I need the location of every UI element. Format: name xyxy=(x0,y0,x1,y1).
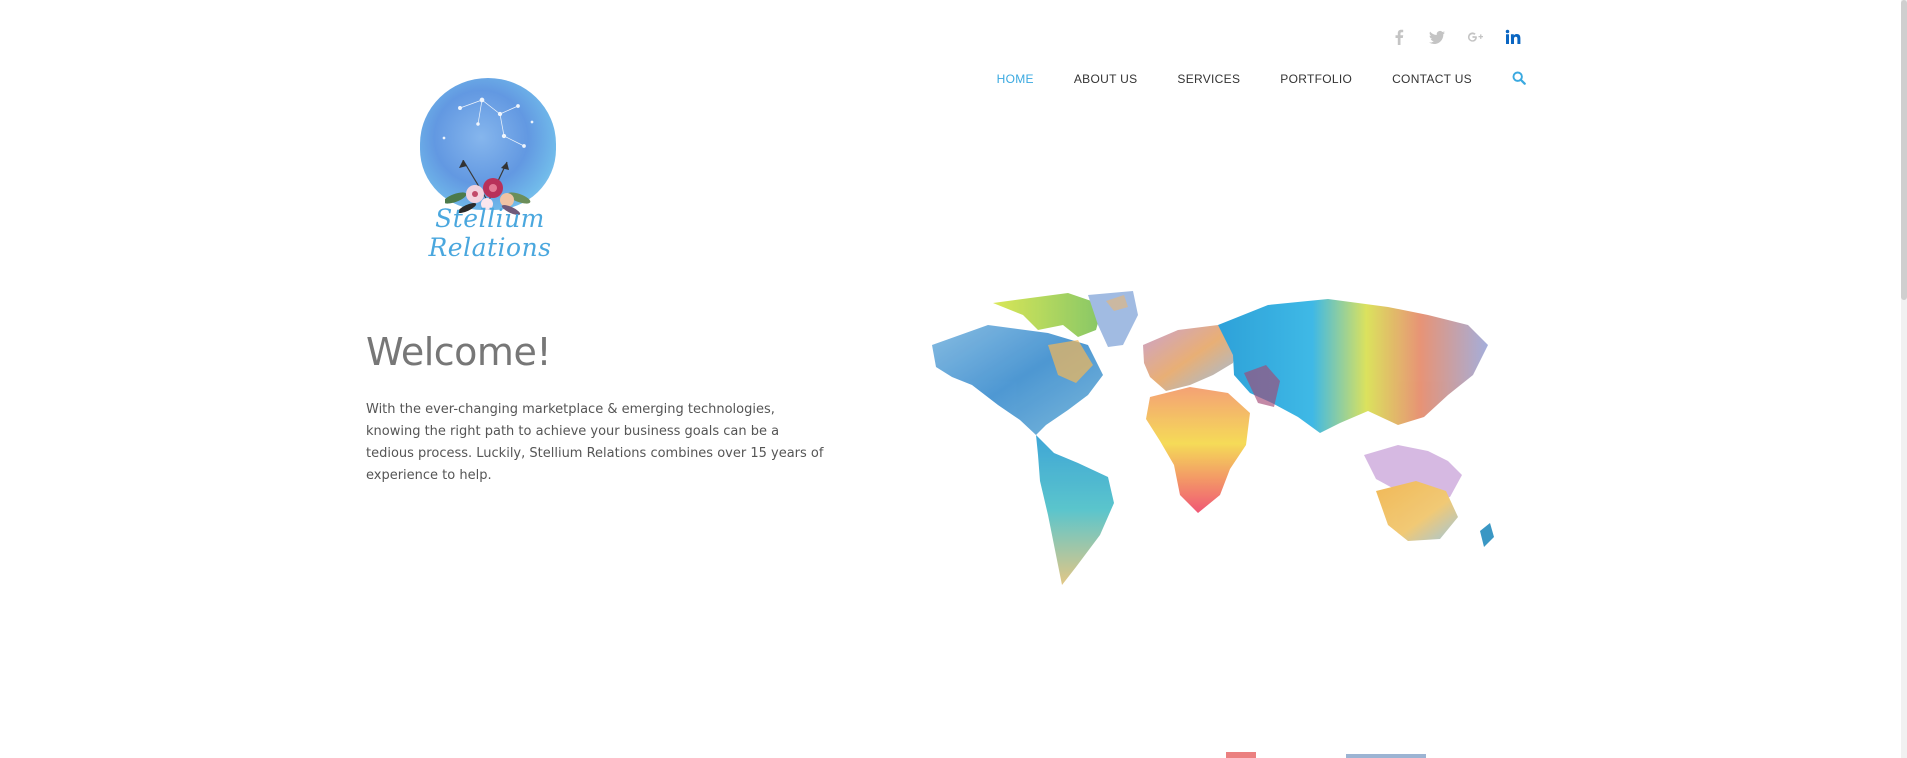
page-scrollbar[interactable] xyxy=(1901,0,1907,758)
nav-item-contact-us[interactable]: CONTACT US xyxy=(1392,72,1472,86)
hero-body: With the ever-changing marketplace & eme… xyxy=(366,402,824,483)
search-icon[interactable] xyxy=(1512,71,1528,87)
scrollbar-thumb[interactable] xyxy=(1901,0,1907,300)
main-nav: HOME ABOUT US SERVICES PORTFOLIO CONTACT… xyxy=(997,71,1528,87)
facebook-icon[interactable] xyxy=(1390,28,1408,46)
google-plus-icon[interactable] xyxy=(1466,28,1484,46)
site-logo[interactable]: Stellium Relations xyxy=(390,78,570,262)
logo-text: Stellium Relations xyxy=(428,204,552,262)
linkedin-icon[interactable] xyxy=(1504,28,1522,46)
twitter-icon[interactable] xyxy=(1428,28,1446,46)
watercolor-world-map xyxy=(932,291,1494,585)
nav-item-home[interactable]: HOME xyxy=(997,72,1034,86)
hero-title: Welcome! xyxy=(366,330,552,374)
next-section-preview xyxy=(1226,752,1426,758)
nav-item-about-us[interactable]: ABOUT US xyxy=(1074,72,1138,86)
nav-item-portfolio[interactable]: PORTFOLIO xyxy=(1280,72,1352,86)
page-container: HOME ABOUT US SERVICES PORTFOLIO CONTACT… xyxy=(366,0,1528,758)
nav-item-services[interactable]: SERVICES xyxy=(1177,72,1240,86)
social-links xyxy=(1390,28,1522,46)
